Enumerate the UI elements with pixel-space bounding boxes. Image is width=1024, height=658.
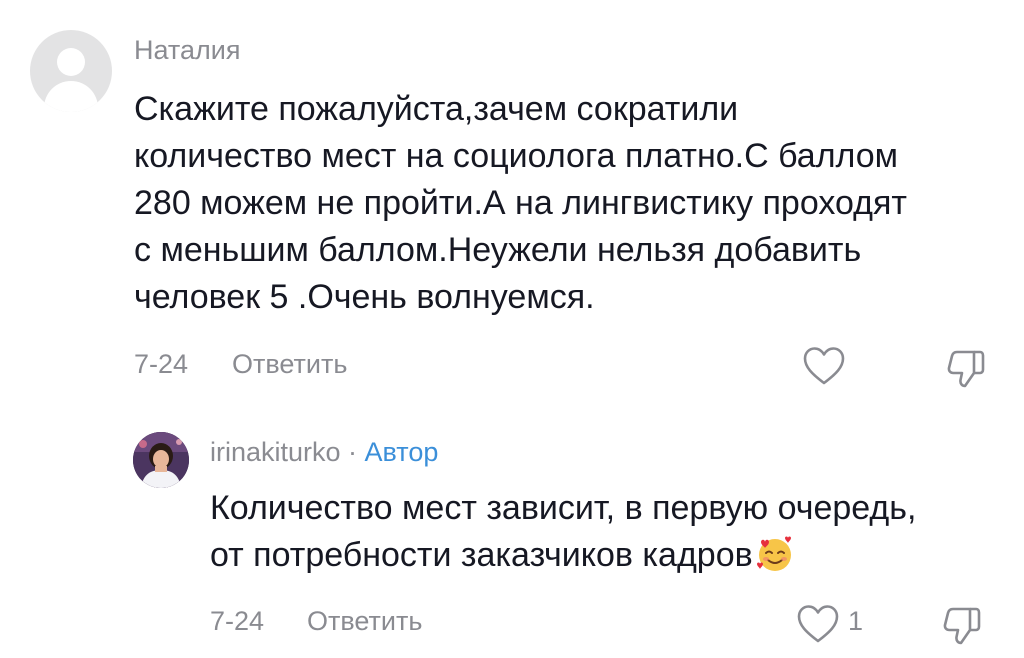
default-user-avatar-icon: [57, 48, 85, 76]
comment-text: Количество мест зависит, в первую очеред…: [210, 485, 1010, 579]
comment-item: irinakiturko · Автор Количество мест зав…: [0, 400, 1024, 658]
thumbs-down-icon: [943, 607, 981, 645]
like-count: 1: [848, 606, 864, 636]
dislike-button[interactable]: [940, 603, 984, 647]
like-button[interactable]: [796, 604, 840, 644]
separator: ·: [340, 437, 365, 467]
comment-item: Наталия Скажите пожалуйста,зачем сократи…: [0, 0, 1024, 400]
avatar[interactable]: [133, 432, 189, 488]
smiling-face-with-hearts-icon: [755, 534, 795, 574]
heart-outline-icon: [797, 605, 839, 643]
dislike-button[interactable]: [944, 346, 988, 390]
thumbs-down-icon: [947, 350, 985, 388]
reply-button[interactable]: Ответить: [232, 349, 347, 380]
comment-date: 7-24: [210, 606, 265, 636]
heart-outline-icon: [803, 347, 845, 385]
comment-username[interactable]: Наталия: [134, 35, 240, 66]
author-badge: Автор: [364, 437, 439, 467]
avatar[interactable]: [30, 30, 112, 112]
user-photo-avatar: [133, 432, 189, 488]
comment-date: 7-24: [134, 349, 189, 379]
comment-username: irinakiturko · Автор: [210, 437, 438, 468]
reply-button[interactable]: Ответить: [307, 606, 422, 637]
username-link[interactable]: irinakiturko: [210, 437, 341, 467]
like-button[interactable]: [802, 346, 846, 386]
comment-text-content: Количество мест зависит, в первую очеред…: [210, 489, 917, 574]
comment-text: Скажите пожалуйста,зачем сократили колич…: [134, 90, 907, 316]
